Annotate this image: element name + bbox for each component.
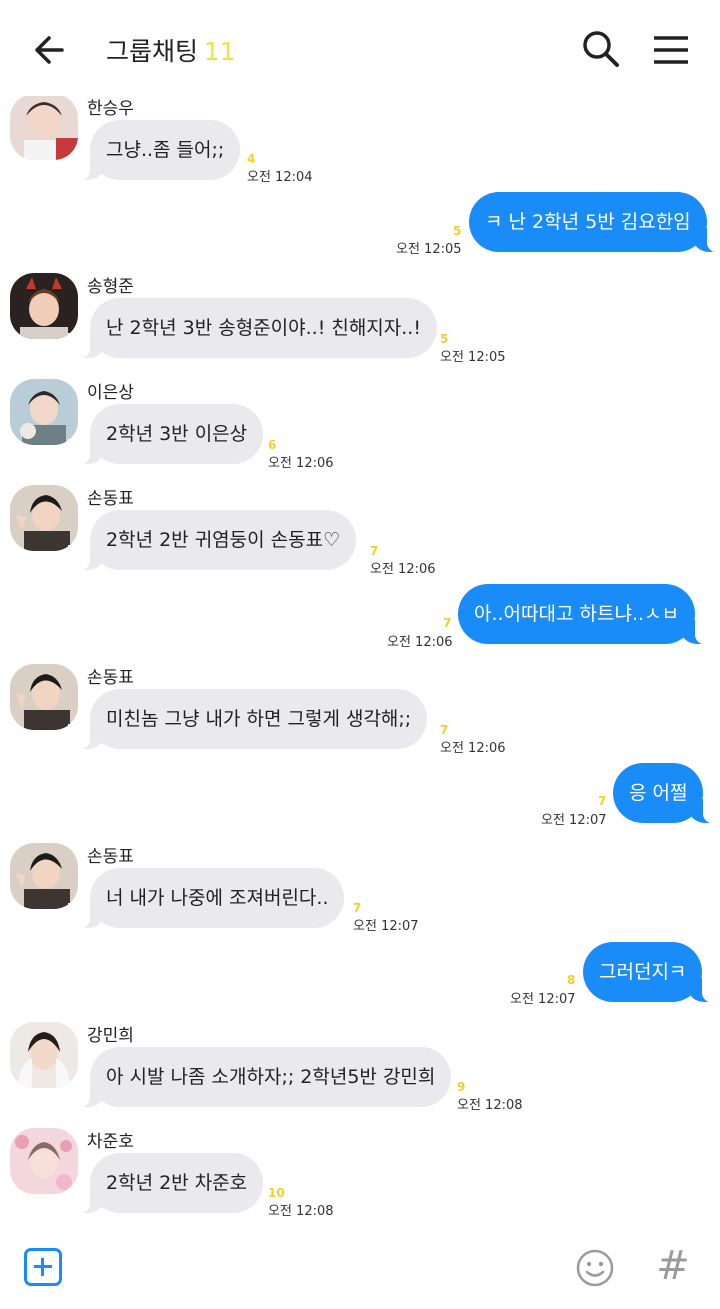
unread-count: 8 [567,973,576,987]
message-time: 오전 12:07 [541,813,607,828]
page-title: 그룹채팅 11 [106,32,236,68]
unread-count: 4 [247,152,256,166]
hashtag-icon[interactable]: # [655,1244,691,1288]
chat-title: 그룹채팅 [106,37,199,66]
message-bubble[interactable]: 2학년 2반 차준호 [67,1153,264,1214]
avatar-kangminhee[interactable] [10,1022,78,1088]
sender-name: 한승우 [87,99,134,119]
message-time: 오전 12:07 [510,992,576,1007]
search-icon[interactable] [580,28,622,70]
message-bubble[interactable]: 2학년 3반 이은상 [67,404,264,465]
sender-name: 강민희 [87,1026,134,1046]
unread-count: 7 [370,544,379,558]
avatar-leeeunsang[interactable] [10,379,78,445]
avatar-songhyeongjun[interactable] [10,273,78,339]
message-time: 오전 12:08 [268,1204,334,1219]
unread-count: 10 [268,1186,285,1200]
message-bubble[interactable]: 아..어따대고 하트냐..ㅅㅂ [458,584,717,645]
avatar-hanseungwoo[interactable] [10,96,78,160]
chat-messages[interactable]: 한승우 그냥..좀 들어;; 4 오전 12:04 5 오전 12:05 ㅋ 난… [0,96,720,1230]
message-time: 오전 12:05 [396,242,462,257]
message-bubble[interactable]: 그러던지ㅋ [583,942,720,1003]
message-bubble[interactable]: 2학년 2반 귀염둥이 손동표♡ [67,510,357,571]
sender-name: 이은상 [87,383,134,403]
sender-name: 손동표 [87,668,134,688]
chat-input-bar: # [0,1230,720,1309]
member-count: 11 [204,37,236,66]
sender-name: 손동표 [87,847,134,867]
message-time: 오전 12:05 [440,350,506,365]
unread-count: 6 [268,438,277,452]
smiley-icon[interactable] [575,1248,615,1288]
message-time: 오전 12:06 [268,456,334,471]
back-arrow-icon[interactable] [28,28,72,72]
sender-name: 송형준 [87,277,134,297]
message-bubble[interactable]: 너 내가 나중에 조져버린다.. [67,868,345,929]
chat-header: 그룹채팅 11 [0,0,720,96]
avatar-sondongpyo[interactable] [10,664,78,730]
message-time: 오전 12:06 [370,562,436,577]
sender-name: 차준호 [87,1132,134,1152]
message-time: 오전 12:07 [353,919,419,934]
unread-count: 7 [353,901,362,915]
message-time: 오전 12:06 [387,635,453,650]
message-bubble[interactable]: 난 2학년 3반 송형준이야..! 친해지자..! [68,298,437,359]
message-time: 오전 12:06 [440,741,506,756]
message-bubble[interactable]: ㅋ 난 2학년 5반 김요한임 [469,192,720,253]
unread-count: 9 [457,1080,466,1094]
plus-square-icon[interactable] [24,1248,62,1286]
unread-count: 7 [443,616,452,630]
message-bubble[interactable]: 응 어쩔 [613,763,720,824]
unread-count: 7 [598,794,607,808]
sender-name: 손동표 [87,489,134,509]
avatar-sondongpyo[interactable] [10,485,78,551]
unread-count: 5 [440,332,449,346]
message-bubble[interactable]: 그냥..좀 들어;; [67,120,241,181]
hamburger-menu-icon[interactable] [650,30,692,70]
avatar-chajunho[interactable] [10,1128,78,1194]
message-time: 오전 12:04 [247,170,313,185]
message-bubble[interactable]: 미친놈 그냥 내가 하면 그렇게 생각해;; [67,689,428,750]
unread-count: 7 [440,723,449,737]
message-time: 오전 12:08 [457,1098,523,1113]
message-bubble[interactable]: 아 시발 나좀 소개하자;; 2학년5반 강민희 [67,1047,452,1108]
unread-count: 5 [453,224,462,238]
avatar-sondongpyo[interactable] [10,843,78,909]
